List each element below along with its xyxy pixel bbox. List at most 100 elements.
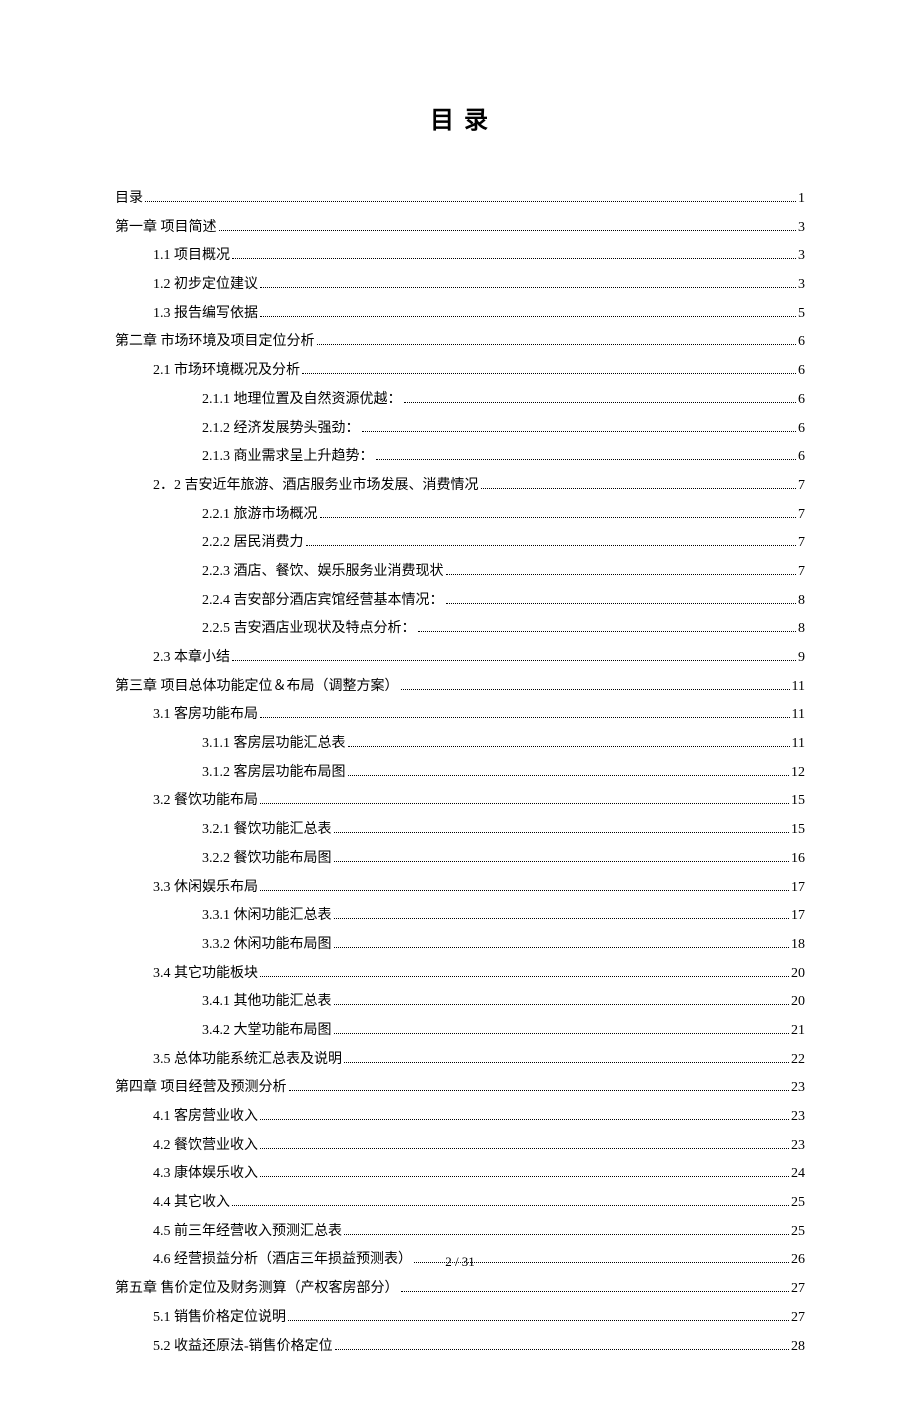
toc-entry-label: 目录 [115, 185, 143, 214]
toc-entry-page: 3 [798, 242, 805, 271]
toc-entry-page: 8 [798, 587, 805, 616]
toc-entry-page: 17 [791, 902, 805, 931]
toc-entry: 2.2.3 酒店、餐饮、娱乐服务业消费现状 7 [115, 558, 805, 587]
toc-entry: 目录1 [115, 185, 805, 214]
toc-entry-page: 21 [791, 1017, 805, 1046]
document-page: 目 录 目录1第一章 项目简述31.1 项目概况31.2 初步定位建议31.3 … [0, 0, 920, 1421]
toc-leader-dots [260, 287, 796, 288]
toc-entry-label: 2.3 本章小结 [153, 644, 230, 673]
toc-leader-dots [260, 976, 789, 977]
toc-leader-dots [232, 660, 796, 661]
toc-entry-label: 3.1 客房功能布局 [153, 701, 258, 730]
toc-leader-dots [362, 431, 797, 432]
toc-entry-label: 2.2.1 旅游市场概况 [202, 501, 318, 530]
toc-entry: 3.2 餐饮功能布局15 [115, 787, 805, 816]
toc-entry: 4.3 康体娱乐收入24 [115, 1160, 805, 1189]
toc-entry-label: 3.4 其它功能板块 [153, 960, 258, 989]
toc-entry: 3.1 客房功能布局 11 [115, 701, 805, 730]
toc-leader-dots [334, 918, 790, 919]
toc-entry-label: 3.2 餐饮功能布局 [153, 787, 258, 816]
toc-entry-page: 23 [791, 1132, 805, 1161]
toc-leader-dots [260, 1176, 789, 1177]
toc-entry-page: 6 [798, 443, 805, 472]
toc-entry: 第二章 市场环境及项目定位分析6 [115, 328, 805, 357]
toc-leader-dots [348, 746, 790, 747]
page-footer: 2 / 31 [0, 1254, 920, 1270]
toc-entry-page: 17 [791, 874, 805, 903]
toc-entry-page: 20 [791, 960, 805, 989]
toc-leader-dots [260, 717, 790, 718]
toc-entry: 4.5 前三年经营收入预测汇总表 25 [115, 1218, 805, 1247]
toc-entry-label: 3.3.2 休闲功能布局图 [202, 931, 332, 960]
toc-entry-label: 4.5 前三年经营收入预测汇总表 [153, 1218, 342, 1247]
toc-entry-label: 第二章 市场环境及项目定位分析 [115, 328, 315, 357]
toc-entry-label: 5.2 收益还原法-销售价格定位 [153, 1333, 333, 1362]
toc-entry: 2.2.1 旅游市场概况7 [115, 501, 805, 530]
toc-leader-dots [334, 1033, 790, 1034]
toc-entry: 3.4.2 大堂功能布局图 21 [115, 1017, 805, 1046]
toc-entry-page: 15 [791, 816, 805, 845]
toc-entry-label: 第三章 项目总体功能定位＆布局（调整方案） [115, 673, 399, 702]
toc-leader-dots [232, 258, 796, 259]
toc-entry: 3.2.1 餐饮功能汇总表 15 [115, 816, 805, 845]
toc-entry-page: 12 [791, 759, 805, 788]
toc-entry-label: 3.4.2 大堂功能布局图 [202, 1017, 332, 1046]
toc-leader-dots [348, 775, 790, 776]
toc-entry: 3.3.1 休闲功能汇总表17 [115, 902, 805, 931]
table-of-contents: 目录1第一章 项目简述31.1 项目概况31.2 初步定位建议31.3 报告编写… [115, 185, 805, 1361]
toc-entry-label: 第一章 项目简述 [115, 214, 217, 243]
toc-entry-label: 4.1 客房营业收入 [153, 1103, 258, 1132]
toc-leader-dots [289, 1090, 790, 1091]
toc-leader-dots [145, 201, 796, 202]
toc-entry-page: 28 [791, 1333, 805, 1362]
toc-leader-dots [334, 947, 790, 948]
toc-entry-page: 7 [798, 472, 805, 501]
toc-leader-dots [344, 1234, 789, 1235]
toc-entry-label: 3.2.1 餐饮功能汇总表 [202, 816, 332, 845]
toc-entry-label: 1.1 项目概况 [153, 242, 230, 271]
toc-leader-dots [404, 402, 797, 403]
toc-entry-page: 3 [798, 271, 805, 300]
toc-entry-label: 1.2 初步定位建议 [153, 271, 258, 300]
toc-entry-label: 3.4.1 其他功能汇总表 [202, 988, 332, 1017]
toc-leader-dots [219, 230, 797, 231]
toc-entry: 2．2 吉安近年旅游、酒店服务业市场发展、消费情况7 [115, 472, 805, 501]
toc-entry-page: 5 [798, 300, 805, 329]
toc-entry-page: 23 [791, 1074, 805, 1103]
toc-entry-label: 4.4 其它收入 [153, 1189, 230, 1218]
toc-entry: 2.1.1 地理位置及自然资源优越：6 [115, 386, 805, 415]
toc-entry-page: 23 [791, 1103, 805, 1132]
toc-entry: 5.2 收益还原法-销售价格定位 28 [115, 1333, 805, 1362]
toc-entry-page: 11 [792, 730, 805, 759]
toc-entry-label: 3.2.2 餐饮功能布局图 [202, 845, 332, 874]
toc-entry-label: 3.5 总体功能系统汇总表及说明 [153, 1046, 342, 1075]
toc-entry-page: 11 [792, 673, 805, 702]
toc-entry: 3.1.2 客房层功能布局图 12 [115, 759, 805, 788]
toc-entry-page: 11 [792, 701, 805, 730]
toc-leader-dots [302, 373, 796, 374]
toc-entry-page: 25 [791, 1218, 805, 1247]
toc-entry-label: 3.1.2 客房层功能布局图 [202, 759, 346, 788]
toc-entry: 1.3 报告编写依据5 [115, 300, 805, 329]
toc-leader-dots [334, 832, 790, 833]
toc-entry-page: 16 [791, 845, 805, 874]
toc-entry-label: 2.1.2 经济发展势头强劲： [202, 415, 360, 444]
toc-entry: 2.1.2 经济发展势头强劲：6 [115, 415, 805, 444]
toc-entry-page: 25 [791, 1189, 805, 1218]
toc-entry-page: 18 [791, 931, 805, 960]
toc-entry-page: 7 [798, 558, 805, 587]
toc-entry: 3.4.1 其他功能汇总表20 [115, 988, 805, 1017]
toc-entry: 3.3 休闲娱乐布局 17 [115, 874, 805, 903]
toc-entry: 第四章 项目经营及预测分析23 [115, 1074, 805, 1103]
toc-leader-dots [317, 344, 797, 345]
toc-entry: 2.1.3 商业需求呈上升趋势：6 [115, 443, 805, 472]
toc-entry: 3.2.2 餐饮功能布局图 16 [115, 845, 805, 874]
toc-entry-label: 3.3 休闲娱乐布局 [153, 874, 258, 903]
toc-entry: 5.1 销售价格定位说明27 [115, 1304, 805, 1333]
toc-leader-dots [334, 1004, 790, 1005]
toc-entry-label: 2.2.5 吉安酒店业现状及特点分析： [202, 615, 416, 644]
toc-entry-label: 2.2.3 酒店、餐饮、娱乐服务业消费现状 [202, 558, 444, 587]
toc-entry: 2.2.4 吉安部分酒店宾馆经营基本情况：8 [115, 587, 805, 616]
toc-entry: 4.4 其它收入 25 [115, 1189, 805, 1218]
toc-entry-page: 3 [798, 214, 805, 243]
